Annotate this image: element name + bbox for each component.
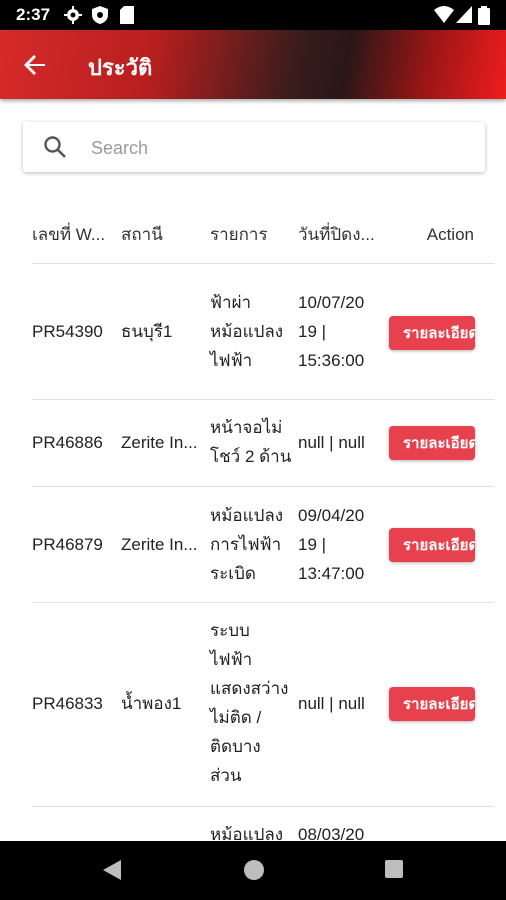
nav-back-icon[interactable]: [102, 859, 122, 885]
header-item[interactable]: รายการ: [210, 220, 298, 249]
sim-icon: [120, 6, 134, 28]
status-time: 2:37: [16, 5, 51, 24]
header-action[interactable]: Action: [388, 220, 494, 249]
row-date: null | null: [298, 433, 365, 452]
row-station: Zerite In...: [121, 535, 198, 554]
header-station[interactable]: สถานี: [121, 220, 209, 249]
detail-button[interactable]: รายละเอียด: [389, 426, 475, 460]
wifi-icon: [434, 6, 454, 28]
header-date[interactable]: วันที่ปิดง...: [298, 220, 386, 249]
nav-home-icon[interactable]: [243, 859, 265, 885]
gear-icon: [64, 6, 82, 28]
signal-icon: [456, 6, 472, 28]
row-date: null | null: [298, 694, 365, 713]
battery-icon: [478, 6, 490, 29]
search-input[interactable]: [89, 132, 473, 164]
search-icon: [43, 135, 67, 159]
table-header: เลขที่ W... สถานี รายการ วันที่ปิดง... A…: [32, 205, 494, 264]
row-id: PR46886: [32, 433, 103, 452]
row-station: ธนบุรี1: [121, 322, 173, 341]
row-station: Zerite In...: [121, 433, 198, 452]
nav-recents-icon[interactable]: [384, 859, 404, 883]
nav-bar: [0, 841, 506, 900]
row-date: 09/04/20 19 | 13:47:00: [298, 506, 365, 583]
table-row: PR54390 ธนบุรี1 ฟ้าผ่า หม้อแปลง ไฟฟ้า 10/0…: [32, 264, 494, 400]
table-row: PR46879 Zerite In... หม้อแปลง การไฟฟ้า ระเ…: [32, 487, 494, 603]
history-table: เลขที่ W... สถานี รายการ วันที่ปิดง... A…: [0, 205, 506, 887]
table-row: PR46886 Zerite In... หน้าจอไม่ โชว์ 2 ด้า…: [32, 400, 494, 487]
detail-button[interactable]: รายละเอียด: [389, 687, 475, 721]
row-id: PR46879: [32, 535, 103, 554]
row-id: PR54390: [32, 322, 103, 341]
row-item: ระบบ ไฟฟ้า แสดงสว่าง ไม่ติด / ติดบาง ส่วน: [210, 621, 289, 785]
app-bar: ประวัติ: [0, 30, 506, 99]
shield-icon: [92, 6, 108, 28]
back-arrow-icon[interactable]: [20, 50, 50, 80]
row-item: หน้าจอไม่ โชว์ 2 ด้าน: [210, 418, 292, 466]
status-bar: 2:37: [0, 0, 506, 30]
detail-button[interactable]: รายละเอียด: [389, 316, 475, 350]
row-station: น้ำพอง1: [121, 694, 182, 713]
header-id[interactable]: เลขที่ W...: [32, 220, 118, 249]
detail-button[interactable]: รายละเอียด: [389, 528, 475, 562]
row-id: PR46833: [32, 694, 103, 713]
row-item: ฟ้าผ่า หม้อแปลง ไฟฟ้า: [210, 293, 284, 370]
page-title: ประวัติ: [88, 56, 153, 81]
row-date: 10/07/20 19 | 15:36:00: [298, 293, 365, 370]
search-box[interactable]: [23, 122, 485, 172]
row-item: หม้อแปลง การไฟฟ้า ระเบิด: [210, 506, 284, 583]
table-row: PR46833 น้ำพอง1 ระบบ ไฟฟ้า แสดงสว่าง ไม่ติ…: [32, 603, 494, 807]
